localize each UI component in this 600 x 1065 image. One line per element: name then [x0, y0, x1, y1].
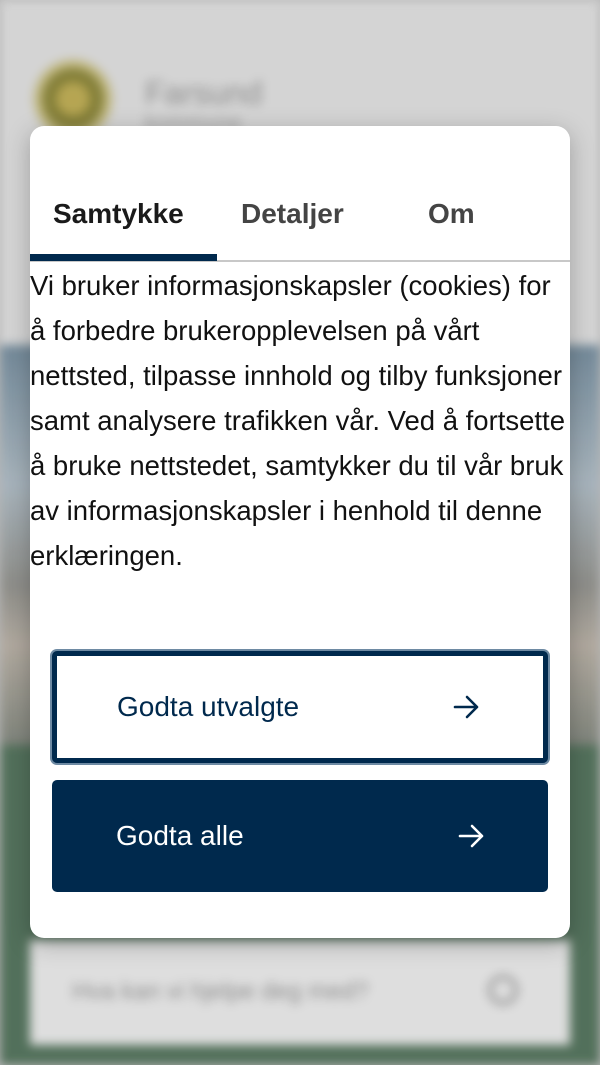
tab-consent[interactable]: Samtykke — [53, 198, 184, 230]
accept-all-label: Godta alle — [116, 820, 244, 851]
accept-selected-button[interactable]: Godta utvalgte — [52, 651, 548, 763]
accept-selected-label: Godta utvalgte — [117, 691, 300, 722]
tab-bar: Samtykke Detaljer Om — [30, 126, 570, 262]
arrow-right-icon — [458, 824, 484, 848]
active-tab-indicator — [30, 254, 217, 261]
accept-all-button[interactable]: Godta alle — [52, 780, 548, 892]
tab-about[interactable]: Om — [428, 198, 475, 230]
tab-details[interactable]: Detaljer — [241, 198, 344, 230]
consent-description: Vi bruker informasjonskapsler (cookies) … — [30, 270, 565, 571]
arrow-right-icon — [453, 695, 479, 719]
cookie-consent-dialog: Samtykke Detaljer Om Vi bruker informasj… — [30, 126, 570, 938]
